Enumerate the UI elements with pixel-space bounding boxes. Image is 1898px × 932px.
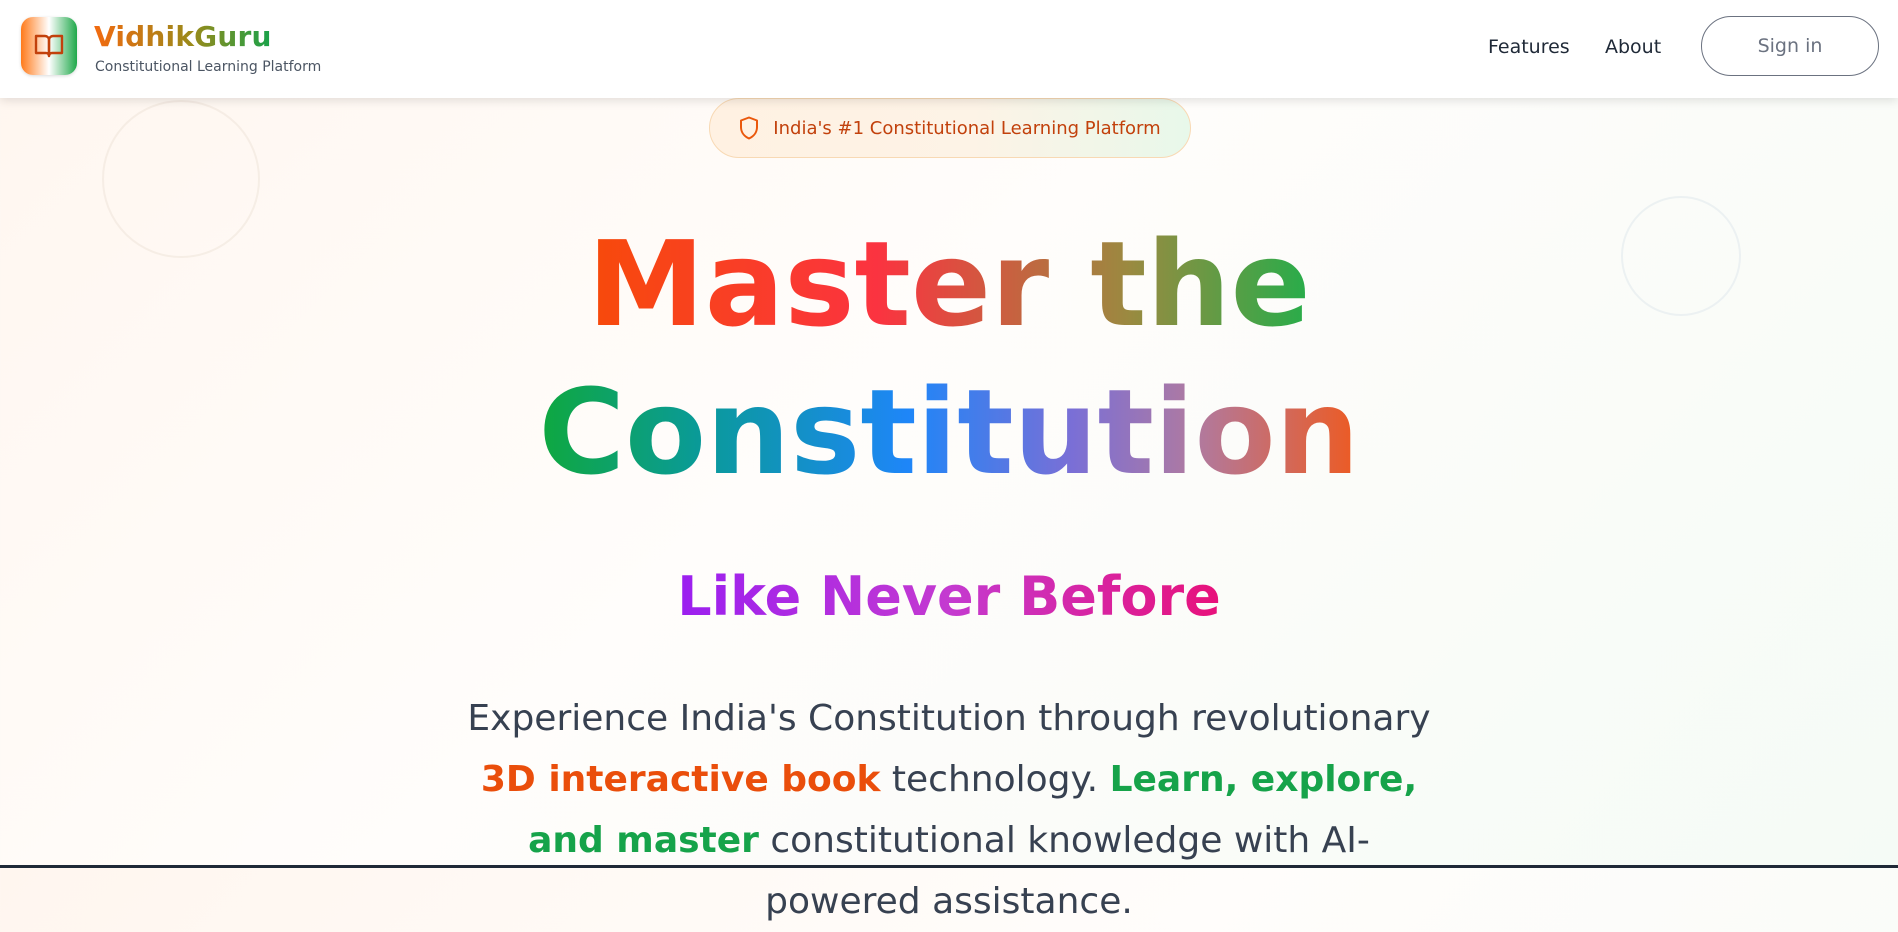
brand-logo[interactable] [21, 17, 77, 75]
hero-tagline: Like Never Before [0, 565, 1898, 628]
open-book-icon [34, 34, 64, 58]
hero-badge-text: India's #1 Constitutional Learning Platf… [773, 117, 1161, 139]
description-highlight-3d-book: 3D interactive book [480, 759, 881, 800]
headline-line-2: Constitution [538, 358, 1359, 506]
tagline-text: Like Never Before [677, 565, 1221, 628]
hero-badge: India's #1 Constitutional Learning Platf… [709, 98, 1191, 158]
nav-link-about[interactable]: About [1605, 36, 1661, 58]
description-text-1: Experience India's Constitution through … [467, 698, 1431, 739]
description-text-3: constitutional knowledge with AI-powered… [758, 820, 1370, 922]
hero-headline: Master the Constitution [0, 210, 1898, 506]
nav-link-features[interactable]: Features [1488, 36, 1570, 58]
shield-icon [740, 116, 759, 140]
top-navbar: VidhikGuru Constitutional Learning Platf… [0, 0, 1898, 98]
brand-subtitle: Constitutional Learning Platform [95, 59, 322, 75]
hero-description: Experience India's Constitution through … [452, 688, 1446, 932]
sign-in-button[interactable]: Sign in [1701, 16, 1879, 76]
brand-name[interactable]: VidhikGuru [94, 20, 272, 53]
headline-line-1: Master the [587, 210, 1310, 358]
description-text-2: technology. [880, 759, 1110, 800]
